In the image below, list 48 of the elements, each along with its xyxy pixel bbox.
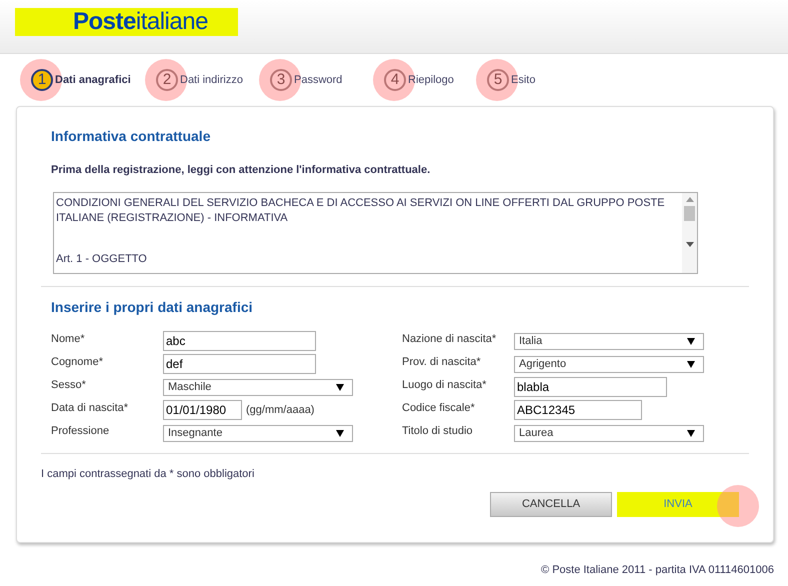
cancel-button[interactable]: CANCELLA: [490, 492, 612, 517]
dropdown-icon: [687, 360, 695, 368]
contract-intro: Prima della registrazione, leggi con attenzione l'informativa contrattuale.: [51, 163, 432, 178]
scrollbar[interactable]: [682, 192, 697, 272]
field-label: Nazione di nascita*: [402, 332, 498, 346]
input-field[interactable]: blabla: [514, 377, 667, 397]
field-label: Codice fiscale*: [402, 401, 476, 415]
dropdown-icon: [336, 430, 344, 436]
input-field[interactable]: 01/01/1980: [163, 400, 242, 420]
format-hint: (gg/mm/aaaa): [246, 402, 314, 418]
select-field[interactable]: Italia: [514, 332, 704, 350]
field-label: Prov. di nascita*: [402, 355, 482, 369]
select-field[interactable]: Maschile: [163, 378, 353, 396]
field-label: Luogo di nascita*: [402, 378, 488, 392]
field-label: Titolo di studio: [402, 424, 474, 438]
field-label: Nome*: [51, 332, 86, 346]
step-tab[interactable]: Esito: [511, 72, 536, 88]
contract-text: Art. 1 - OGGETTO: [56, 252, 148, 266]
required-note: I campi contrassegnati da * sono obbligatori: [41, 466, 256, 482]
contract-textarea[interactable]: CONDIZIONI GENERALI DEL SERVIZIO BACHECA E DI ACCESSO AI SERVIZI ON LINE OFFERTI DAL GRUPPO POSTE ITALIANE (REGISTRAZIONE) - INFORMATIVA Art. 1 - OGGETTO: [53, 192, 698, 274]
step-number: 2: [156, 69, 178, 91]
step-number: 4: [384, 69, 406, 91]
select-field[interactable]: Laurea: [514, 424, 704, 442]
step-tab[interactable]: Riepilogo: [408, 72, 454, 88]
section-title: Inserire i propri dati anagrafici: [51, 298, 254, 317]
logo: Posteitaliane: [15, 8, 238, 36]
field-label: Sesso*: [51, 378, 87, 392]
field-label: Professione: [51, 424, 110, 438]
step-tab[interactable]: Dati indirizzo: [180, 72, 243, 88]
dropdown-icon: [687, 338, 695, 344]
dropdown-icon: [687, 430, 695, 436]
step-number: 5: [487, 69, 509, 91]
step-number: 3: [270, 69, 292, 91]
select-field[interactable]: Agrigento: [514, 356, 704, 372]
step-number: 1: [31, 69, 53, 91]
step-tab[interactable]: Dati anagrafici: [55, 72, 131, 88]
section-title: Informativa contrattuale: [51, 127, 212, 146]
send-button[interactable]: INVIA: [617, 492, 739, 517]
dropdown-icon: [336, 384, 344, 390]
step-tab[interactable]: Password: [294, 72, 342, 88]
field-label: Cognome*: [51, 355, 104, 369]
input-field[interactable]: def: [163, 354, 316, 374]
select-field[interactable]: Insegnante: [163, 424, 353, 442]
field-label: Data di nascita*: [51, 401, 130, 415]
input-field[interactable]: ABC12345: [514, 400, 642, 420]
input-field[interactable]: abc: [163, 331, 316, 351]
contract-text: CONDIZIONI GENERALI DEL SERVIZIO BACHECA E DI ACCESSO AI SERVIZI ON LINE OFFERTI DAL GRUPPO POSTE ITALIANE (REGISTRAZIONE) - INFORMATIVA: [56, 196, 666, 226]
footer-text: © Poste Italiane 2011 - partita IVA 01114601006: [541, 563, 774, 578]
